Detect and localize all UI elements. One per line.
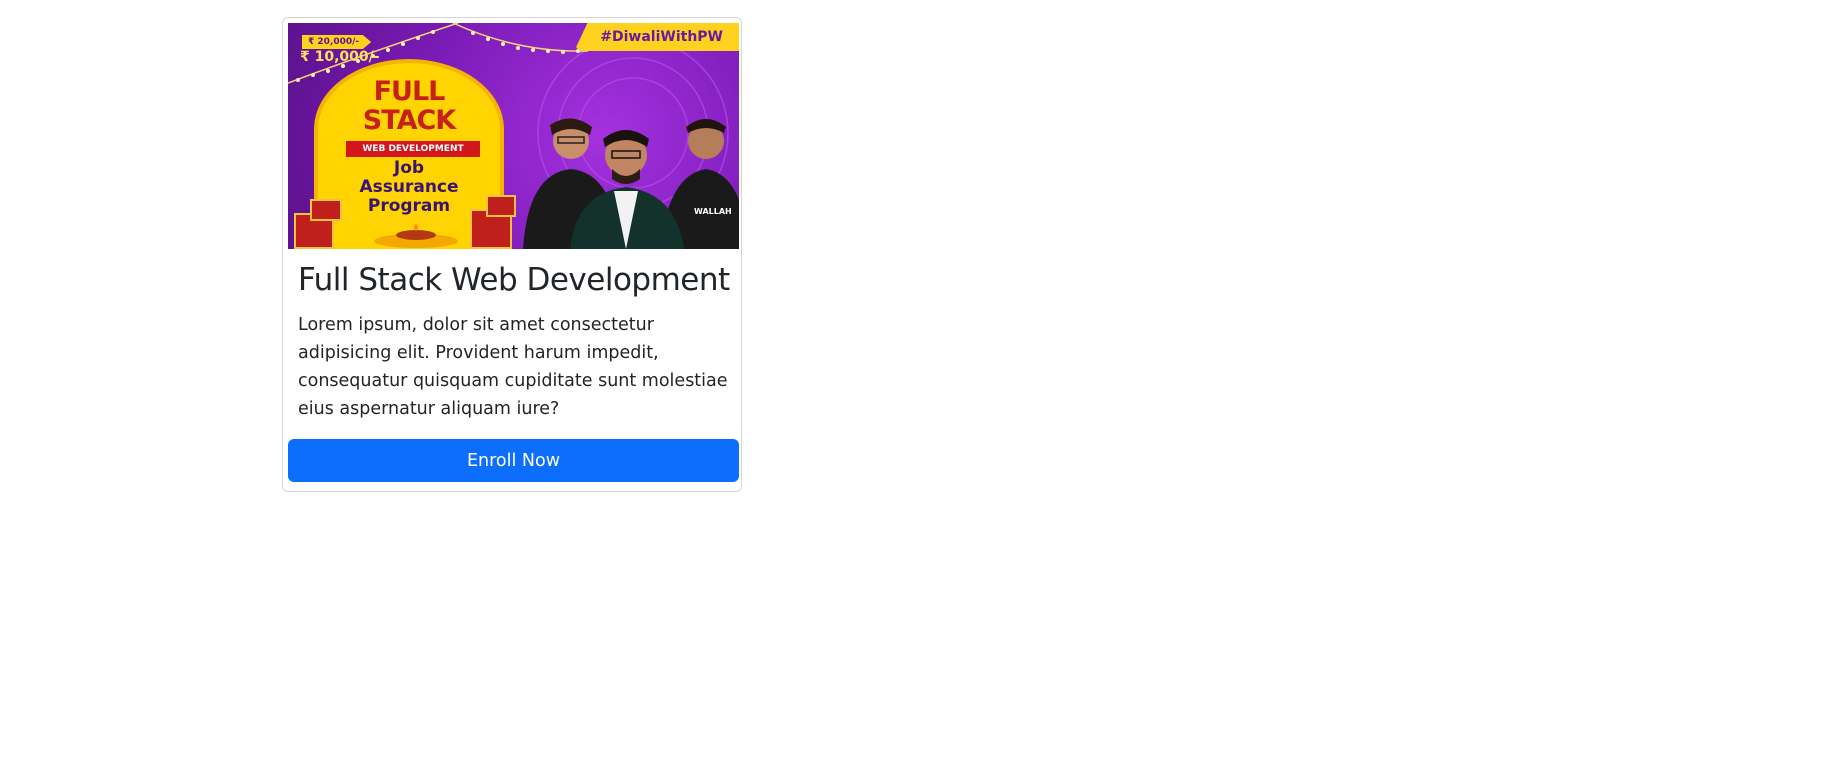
shirt-text: WALLAH	[694, 207, 732, 216]
course-card: ₹ 20,000/- ₹ 10,000/- #DiwaliWithPW FULL…	[282, 17, 742, 492]
course-banner-image: ₹ 20,000/- ₹ 10,000/- #DiwaliWithPW FULL…	[288, 23, 739, 249]
enroll-now-button[interactable]: Enroll Now	[288, 439, 739, 482]
card-title: Full Stack Web Development	[298, 262, 730, 298]
instructors-photo	[523, 118, 739, 249]
card-description: Lorem ipsum, dolor sit amet consectetur …	[298, 315, 728, 419]
card-body: Full Stack Web Development Lorem ipsum, …	[288, 249, 736, 423]
